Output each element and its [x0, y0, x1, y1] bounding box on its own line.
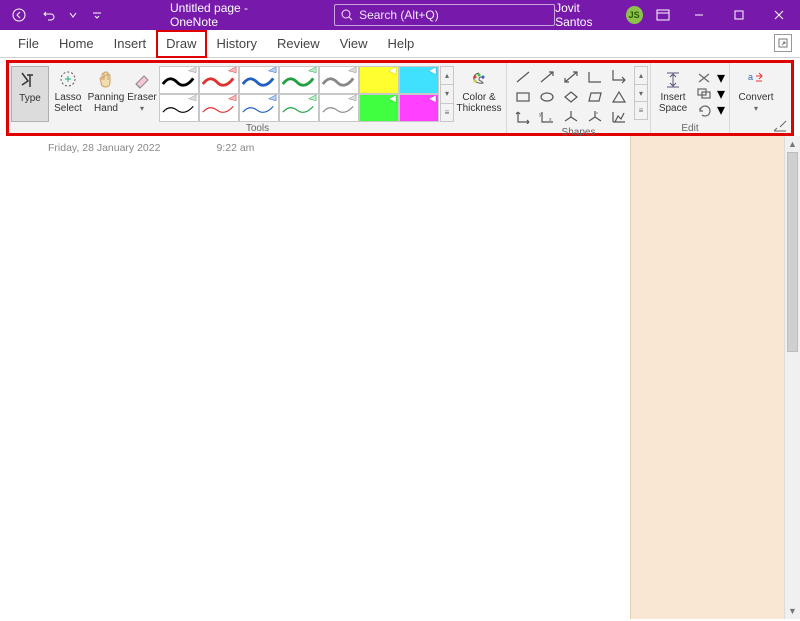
rotate-button[interactable] — [695, 102, 713, 118]
highlighter-cyan[interactable] — [399, 66, 439, 94]
page-date: Friday, 28 January 2022 — [48, 142, 160, 154]
scroll-down-button[interactable]: ▼ — [785, 603, 800, 619]
highlighter-green[interactable] — [359, 94, 399, 122]
shape-graph[interactable] — [609, 108, 629, 126]
close-button[interactable] — [760, 0, 798, 30]
scroll-up-button[interactable]: ▲ — [785, 136, 800, 152]
chevron-down-icon: ▾ — [754, 105, 758, 114]
pen-gallery-more[interactable]: ▴ ▾ ≡ — [440, 66, 454, 122]
shape-arrow[interactable] — [537, 68, 557, 86]
panning-hand-button[interactable]: Panning Hand — [87, 66, 125, 122]
user-avatar[interactable]: JS — [626, 6, 643, 24]
shape-double-arrow[interactable] — [561, 68, 581, 86]
scroll-thumb[interactable] — [787, 152, 798, 352]
pen-green-thick[interactable] — [279, 66, 319, 94]
undo-button[interactable] — [36, 2, 62, 28]
gallery-up-icon[interactable]: ▴ — [441, 67, 453, 85]
pen-gallery — [159, 66, 439, 122]
pen-black-thick[interactable] — [159, 66, 199, 94]
tab-help[interactable]: Help — [378, 30, 425, 58]
search-icon — [341, 9, 353, 21]
minimize-button[interactable] — [679, 0, 717, 30]
color-thickness-button[interactable]: Color & Thickness — [454, 66, 504, 122]
chevron-down-icon: ▾ — [140, 105, 144, 114]
delete-button[interactable] — [695, 70, 713, 86]
tab-view[interactable]: View — [330, 30, 378, 58]
search-box[interactable]: Search (Alt+Q) — [334, 4, 555, 26]
tab-history[interactable]: History — [207, 30, 267, 58]
shape-elbow-arrow[interactable] — [609, 68, 629, 86]
tab-draw[interactable]: Draw — [156, 30, 206, 58]
svg-text:z: z — [596, 110, 598, 115]
gallery-up-icon[interactable]: ▴ — [635, 67, 647, 85]
pen-black-thin[interactable] — [159, 94, 199, 122]
shape-axes3d-labeled[interactable]: z — [585, 108, 605, 126]
tab-insert[interactable]: Insert — [104, 30, 157, 58]
search-placeholder: Search (Alt+Q) — [359, 8, 439, 22]
shape-rect[interactable] — [513, 88, 533, 106]
shape-triangle[interactable] — [609, 88, 629, 106]
page-list-pane[interactable] — [630, 136, 784, 619]
shape-axes2d-labeled[interactable]: yx — [537, 108, 557, 126]
qat-customize[interactable] — [84, 2, 110, 28]
pen-blue-thick[interactable] — [239, 66, 279, 94]
user-name[interactable]: Jovit Santos — [555, 1, 617, 29]
back-button[interactable] — [6, 2, 32, 28]
type-tool-button[interactable]: Type — [11, 66, 49, 122]
shapes-gallery-more[interactable]: ▴ ▾ ≡ — [634, 66, 648, 120]
shapes-gallery: yx z — [509, 66, 633, 126]
insert-space-button[interactable]: Insert Space — [653, 66, 693, 122]
title-bar: Untitled page - OneNote Search (Alt+Q) J… — [0, 0, 800, 30]
page-area: Friday, 28 January 2022 9:22 am ▲ ▼ — [0, 136, 800, 619]
shape-axes2d[interactable] — [513, 108, 533, 126]
ribbon-expand-button[interactable] — [774, 34, 792, 52]
page-time: 9:22 am — [216, 142, 254, 154]
highlighter-yellow[interactable] — [359, 66, 399, 94]
pen-red-thin[interactable] — [199, 94, 239, 122]
gallery-down-icon[interactable]: ▾ — [441, 85, 453, 103]
edit-dropdowns: ▾ ▾ ▾ — [715, 66, 727, 122]
shape-line[interactable] — [513, 68, 533, 86]
convert-button[interactable]: a Convert ▾ — [732, 66, 780, 122]
pen-gray-thick[interactable] — [319, 66, 359, 94]
shape-parallelogram[interactable] — [585, 88, 605, 106]
gallery-expand-icon[interactable]: ≡ — [441, 104, 453, 121]
maximize-button[interactable] — [720, 0, 758, 30]
menu-tab-row: File Home Insert Draw History Review Vie… — [0, 30, 800, 58]
svg-text:a: a — [748, 72, 753, 82]
eraser-button[interactable]: Eraser ▾ — [125, 66, 159, 122]
window-title: Untitled page - OneNote — [170, 1, 294, 29]
tab-review[interactable]: Review — [267, 30, 330, 58]
ribbon-display-button[interactable] — [649, 0, 678, 30]
pen-gray-thin[interactable] — [319, 94, 359, 122]
shape-elbow[interactable] — [585, 68, 605, 86]
tab-home[interactable]: Home — [49, 30, 104, 58]
pen-red-thick[interactable] — [199, 66, 239, 94]
pen-blue-thin[interactable] — [239, 94, 279, 122]
note-canvas[interactable]: Friday, 28 January 2022 9:22 am — [0, 136, 630, 619]
lasso-select-button[interactable]: Lasso Select — [49, 66, 87, 122]
pen-green-thin[interactable] — [279, 94, 319, 122]
undo-dropdown[interactable] — [66, 2, 80, 28]
tab-file[interactable]: File — [8, 30, 49, 58]
group-label-tools: Tools — [9, 122, 506, 136]
vertical-scrollbar[interactable]: ▲ ▼ — [784, 136, 800, 619]
collapse-ribbon-button[interactable] — [773, 119, 787, 131]
group-label-edit: Edit — [651, 122, 729, 136]
gallery-down-icon[interactable]: ▾ — [635, 85, 647, 103]
ribbon-draw: Type Lasso Select Panning Hand Eraser ▾ — [6, 60, 794, 136]
shape-ellipse[interactable] — [537, 88, 557, 106]
highlighter-magenta[interactable] — [399, 94, 439, 122]
shape-axes3d[interactable] — [561, 108, 581, 126]
chevron-down-icon[interactable]: ▾ — [712, 102, 730, 118]
shape-diamond[interactable] — [561, 88, 581, 106]
arrange-button[interactable] — [695, 86, 713, 102]
gallery-expand-icon[interactable]: ≡ — [635, 102, 647, 119]
